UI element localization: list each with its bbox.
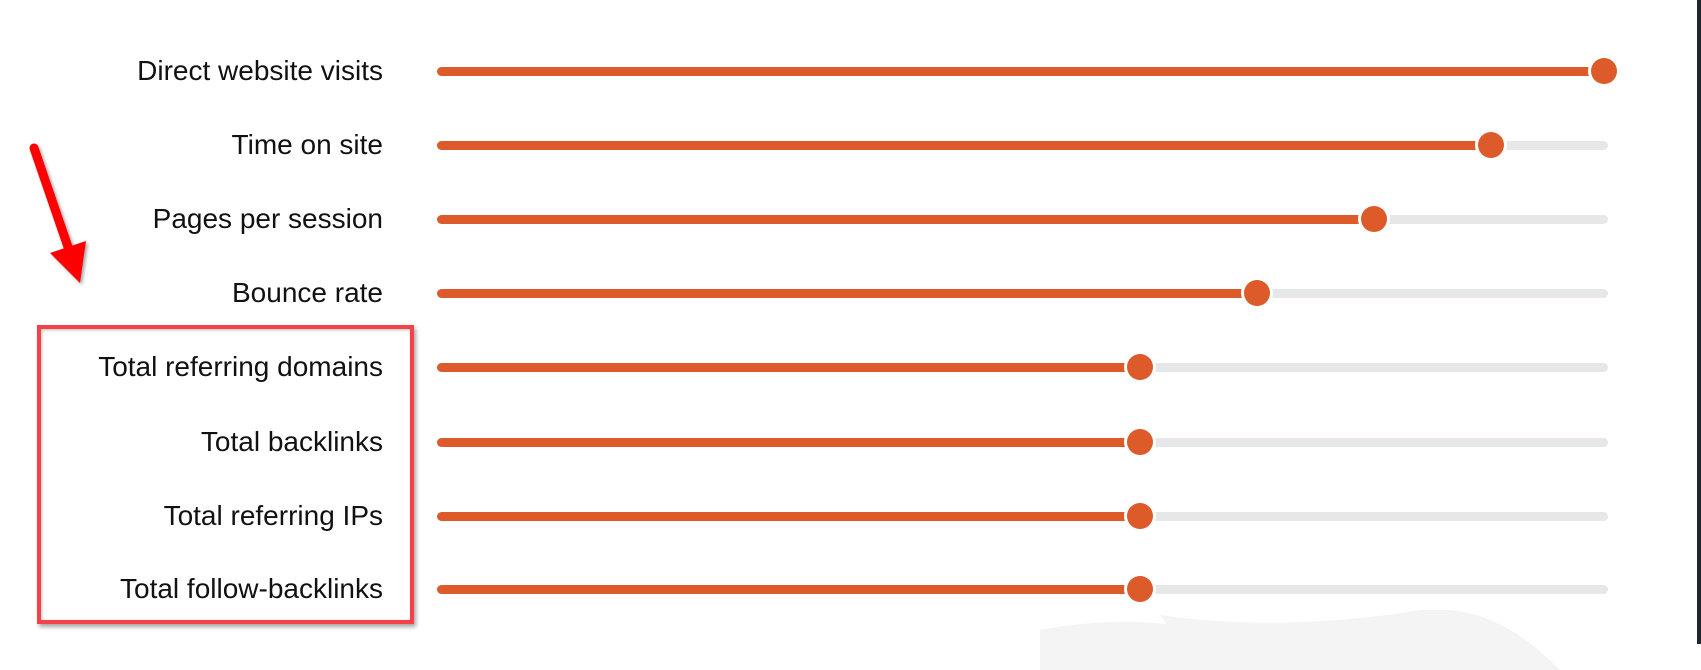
slider-row-time-on-site: Time on site	[0, 125, 1660, 165]
slider-label: Total backlinks	[200, 426, 383, 457]
slider-fill	[437, 362, 1130, 372]
slider-fill	[437, 66, 1594, 76]
slider-handle[interactable]	[1243, 280, 1270, 306]
slider-handle[interactable]	[1591, 58, 1617, 84]
background-watermark-shape	[1040, 610, 1560, 670]
slider-row-total-backlinks: Total backlinks	[0, 422, 1660, 462]
slider-label: Bounce rate	[232, 277, 383, 308]
slider-fill	[437, 511, 1130, 521]
slider-fill	[437, 214, 1364, 224]
slider-bounce-rate[interactable]	[437, 279, 1608, 307]
slider-row-direct-website-visits: Direct website visits	[0, 51, 1660, 91]
slider-total-referring-domains[interactable]	[437, 353, 1608, 381]
slider-fill	[437, 584, 1130, 594]
slider-fill	[437, 288, 1247, 298]
slider-label: Direct website visits	[137, 55, 383, 86]
slider-total-referring-ips[interactable]	[437, 502, 1608, 530]
slider-direct-website-visits[interactable]	[437, 57, 1617, 85]
slider-handle[interactable]	[1360, 206, 1387, 232]
slider-row-bounce-rate: Bounce rate	[0, 273, 1660, 313]
slider-handle[interactable]	[1126, 354, 1153, 380]
slider-total-follow-backlinks[interactable]	[437, 575, 1608, 603]
slider-time-on-site[interactable]	[437, 131, 1608, 159]
slider-fill	[437, 437, 1130, 447]
slider-label: Total referring domains	[98, 351, 383, 382]
slider-row-total-follow-backlinks: Total follow-backlinks	[0, 569, 1660, 609]
slider-label: Time on site	[231, 129, 383, 160]
slider-label: Total referring IPs	[163, 500, 383, 531]
slider-label: Pages per session	[152, 203, 383, 234]
slider-pages-per-session[interactable]	[437, 205, 1608, 233]
slider-handle[interactable]	[1126, 503, 1153, 529]
slider-handle[interactable]	[1126, 576, 1153, 602]
slider-label: Total follow-backlinks	[120, 573, 383, 604]
slider-row-total-referring-domains: Total referring domains	[0, 347, 1660, 387]
slider-row-total-referring-ips: Total referring IPs	[0, 496, 1660, 536]
slider-total-backlinks[interactable]	[437, 428, 1608, 456]
slider-handle[interactable]	[1126, 429, 1153, 455]
window-edge	[1697, 0, 1701, 644]
slider-fill	[437, 140, 1481, 150]
slider-row-pages-per-session: Pages per session	[0, 199, 1660, 239]
slider-handle[interactable]	[1477, 132, 1504, 158]
